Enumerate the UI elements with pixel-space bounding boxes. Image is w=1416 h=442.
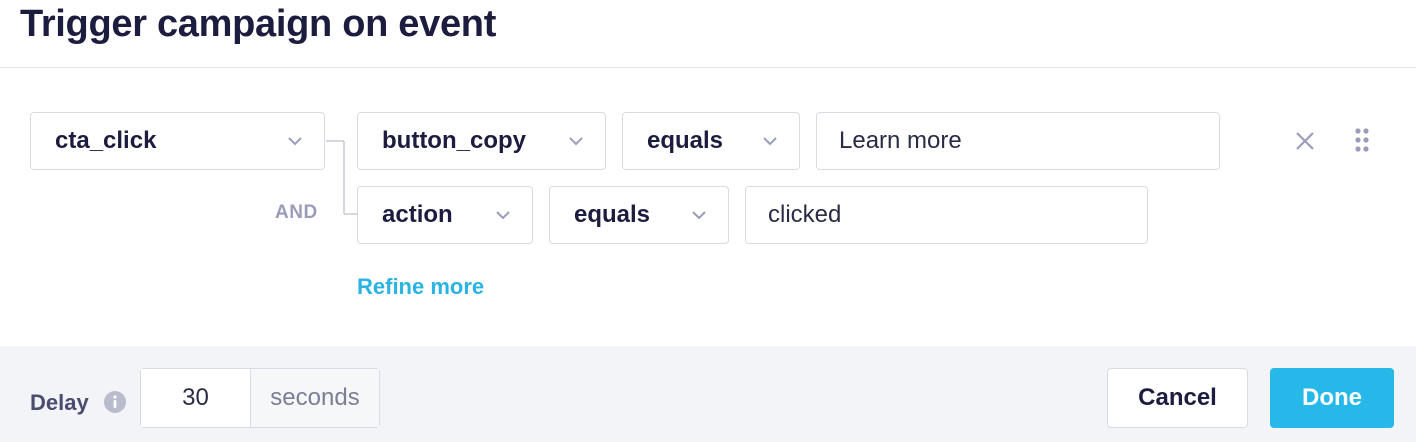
condition-1-value: Learn more	[839, 127, 962, 154]
condition-1-property: button_copy	[382, 127, 526, 154]
drag-handle-icon[interactable]	[1353, 126, 1371, 156]
condition-2-property-select[interactable]: action	[357, 186, 533, 244]
delay-input-group: 30 seconds	[140, 368, 380, 428]
chevron-down-icon	[569, 137, 583, 146]
delay-input[interactable]: 30	[141, 369, 251, 427]
refine-more-link[interactable]: Refine more	[357, 274, 484, 300]
event-select-value: cta_click	[55, 127, 157, 154]
condition-1-operator: equals	[647, 127, 724, 154]
condition-2-operator: equals	[574, 201, 651, 228]
dialog-header: Trigger campaign on event	[0, 0, 1416, 68]
chevron-down-icon	[763, 137, 777, 146]
and-joiner-label: AND	[275, 202, 318, 223]
chevron-down-icon	[692, 211, 706, 220]
condition-2-value-input[interactable]: clicked	[745, 186, 1148, 244]
condition-1-value-input[interactable]: Learn more	[816, 112, 1220, 170]
delay-unit-label: seconds	[251, 369, 379, 427]
event-select[interactable]: cta_click	[30, 112, 325, 170]
info-icon[interactable]	[103, 390, 127, 414]
condition-2-property: action	[382, 201, 453, 228]
done-button[interactable]: Done	[1270, 368, 1394, 428]
close-icon[interactable]	[1292, 128, 1318, 154]
condition-1-operator-select[interactable]: equals	[622, 112, 800, 170]
cancel-button[interactable]: Cancel	[1107, 368, 1248, 428]
delay-label: Delay	[30, 390, 89, 415]
condition-1-property-select[interactable]: button_copy	[357, 112, 606, 170]
dialog-footer: Delay 30 seconds Cancel Done	[0, 346, 1416, 442]
chevron-down-icon	[288, 137, 302, 146]
dialog-title: Trigger campaign on event	[20, 3, 497, 45]
condition-2-value: clicked	[768, 201, 842, 228]
chevron-down-icon	[496, 211, 510, 220]
condition-2-operator-select[interactable]: equals	[549, 186, 729, 244]
